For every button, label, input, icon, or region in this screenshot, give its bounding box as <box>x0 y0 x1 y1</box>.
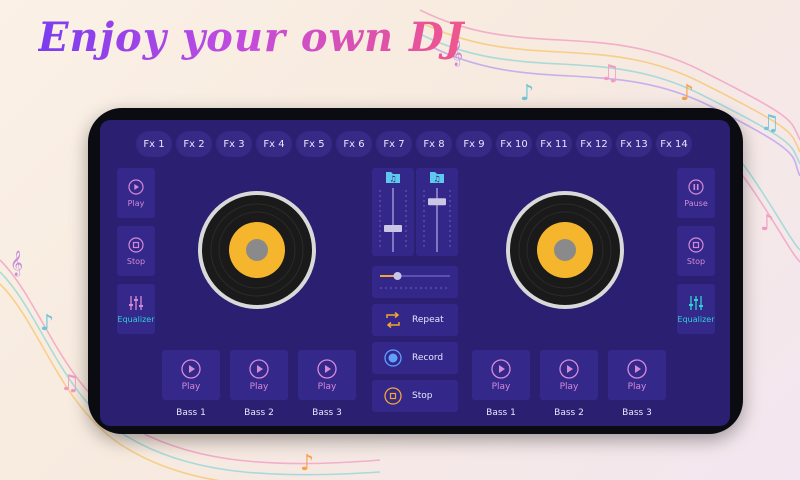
pause-icon <box>688 178 704 195</box>
left-pad-1-name: Bass 1 <box>176 408 206 418</box>
equalizer-icon <box>129 295 143 310</box>
svg-text:♫: ♫ <box>433 175 440 184</box>
pad-action-label: Play <box>181 381 201 392</box>
left-equalizer-button[interactable]: Equalizer <box>117 284 155 334</box>
right-equalizer-button[interactable]: Equalizer <box>677 284 715 334</box>
svg-text:♪: ♪ <box>760 211 774 236</box>
left-volume-mixer: ♫ <box>372 168 414 256</box>
svg-text:♫: ♫ <box>760 111 780 136</box>
play-icon <box>559 358 579 379</box>
fx-button-12[interactable]: Fx 12 <box>576 131 612 157</box>
pad-action-label: Play <box>627 381 647 392</box>
center-stop-button[interactable]: Stop <box>372 380 458 412</box>
right-equalizer-label: Equalizer <box>677 314 715 324</box>
fx-button-4[interactable]: Fx 4 <box>256 131 292 157</box>
fx-button-7[interactable]: Fx 7 <box>376 131 412 157</box>
svg-text:♪: ♪ <box>40 311 54 336</box>
left-pad-3[interactable]: Play <box>298 350 356 400</box>
fx-button-10[interactable]: Fx 10 <box>496 131 532 157</box>
left-turntable[interactable] <box>197 190 317 310</box>
crossfader-slider[interactable] <box>372 266 458 298</box>
repeat-icon <box>386 312 400 328</box>
stop-icon <box>688 236 704 253</box>
svg-text:♪: ♪ <box>520 81 534 106</box>
right-pad-3[interactable]: Play <box>608 350 666 400</box>
pad-action-label: Play <box>559 381 579 392</box>
repeat-button[interactable]: Repeat <box>372 304 458 336</box>
equalizer-icon <box>689 295 703 310</box>
play-icon <box>249 358 269 379</box>
left-pad-2[interactable]: Play <box>230 350 288 400</box>
pad-action-label: Play <box>249 381 269 392</box>
dj-screen: Fx 1 Fx 2 Fx 3 Fx 4 Fx 5 Fx 6 Fx 7 Fx 8 … <box>100 120 730 426</box>
right-pad-2-name: Bass 2 <box>554 408 584 418</box>
left-pad-1[interactable]: Play <box>162 350 220 400</box>
svg-text:♫: ♫ <box>60 371 80 396</box>
folder-music-icon[interactable]: ♫ <box>429 170 445 184</box>
fx-button-row: Fx 1 Fx 2 Fx 3 Fx 4 Fx 5 Fx 6 Fx 7 Fx 8 … <box>136 131 692 157</box>
svg-text:♫: ♫ <box>389 175 396 184</box>
fx-button-6[interactable]: Fx 6 <box>336 131 372 157</box>
play-icon <box>491 358 511 379</box>
stop-icon <box>384 387 402 405</box>
play-icon <box>181 358 201 379</box>
play-icon <box>128 178 144 195</box>
pad-action-label: Play <box>317 381 337 392</box>
folder-music-icon[interactable]: ♫ <box>385 170 401 184</box>
record-button[interactable]: Record <box>372 342 458 374</box>
headline-title: Enjoy your own DJ <box>38 14 465 61</box>
right-turntable[interactable] <box>505 190 625 310</box>
pad-action-label: Play <box>491 381 511 392</box>
fx-button-13[interactable]: Fx 13 <box>616 131 652 157</box>
right-pad-1[interactable]: Play <box>472 350 530 400</box>
left-volume-thumb[interactable] <box>384 225 402 232</box>
left-stop-label: Stop <box>126 256 146 266</box>
fx-button-1[interactable]: Fx 1 <box>136 131 172 157</box>
left-play-button[interactable]: Play <box>117 168 155 218</box>
fx-button-11[interactable]: Fx 11 <box>536 131 572 157</box>
crossfader-thumb[interactable] <box>393 272 402 280</box>
left-equalizer-label: Equalizer <box>117 314 155 324</box>
record-icon <box>384 349 402 367</box>
right-pause-label: Pause <box>684 198 708 208</box>
left-pad-3-name: Bass 3 <box>312 408 342 418</box>
fx-button-5[interactable]: Fx 5 <box>296 131 332 157</box>
left-play-label: Play <box>127 198 145 208</box>
right-stop-button[interactable]: Stop <box>677 226 715 276</box>
left-stop-button[interactable]: Stop <box>117 226 155 276</box>
right-pad-2[interactable]: Play <box>540 350 598 400</box>
right-pad-3-name: Bass 3 <box>622 408 652 418</box>
fx-button-14[interactable]: Fx 14 <box>656 131 692 157</box>
left-pad-2-name: Bass 2 <box>244 408 274 418</box>
fx-button-9[interactable]: Fx 9 <box>456 131 492 157</box>
play-icon <box>317 358 337 379</box>
right-pad-1-name: Bass 1 <box>486 408 516 418</box>
repeat-label: Repeat <box>412 315 444 325</box>
svg-text:𝄞: 𝄞 <box>10 250 23 276</box>
center-stop-label: Stop <box>412 391 433 401</box>
record-label: Record <box>412 353 444 363</box>
svg-text:♪: ♪ <box>680 81 694 106</box>
right-pause-button[interactable]: Pause <box>677 168 715 218</box>
crossfader[interactable] <box>372 266 458 298</box>
right-volume-mixer: ♫ <box>416 168 458 256</box>
play-icon <box>627 358 647 379</box>
right-stop-label: Stop <box>686 256 706 266</box>
right-volume-thumb[interactable] <box>428 198 446 206</box>
stop-icon <box>128 236 144 253</box>
svg-text:♪: ♪ <box>300 451 314 476</box>
left-volume-slider[interactable] <box>372 186 414 254</box>
fx-button-2[interactable]: Fx 2 <box>176 131 212 157</box>
right-volume-slider[interactable] <box>416 186 458 254</box>
fx-button-8[interactable]: Fx 8 <box>416 131 452 157</box>
fx-button-3[interactable]: Fx 3 <box>216 131 252 157</box>
svg-text:♫: ♫ <box>600 61 620 86</box>
